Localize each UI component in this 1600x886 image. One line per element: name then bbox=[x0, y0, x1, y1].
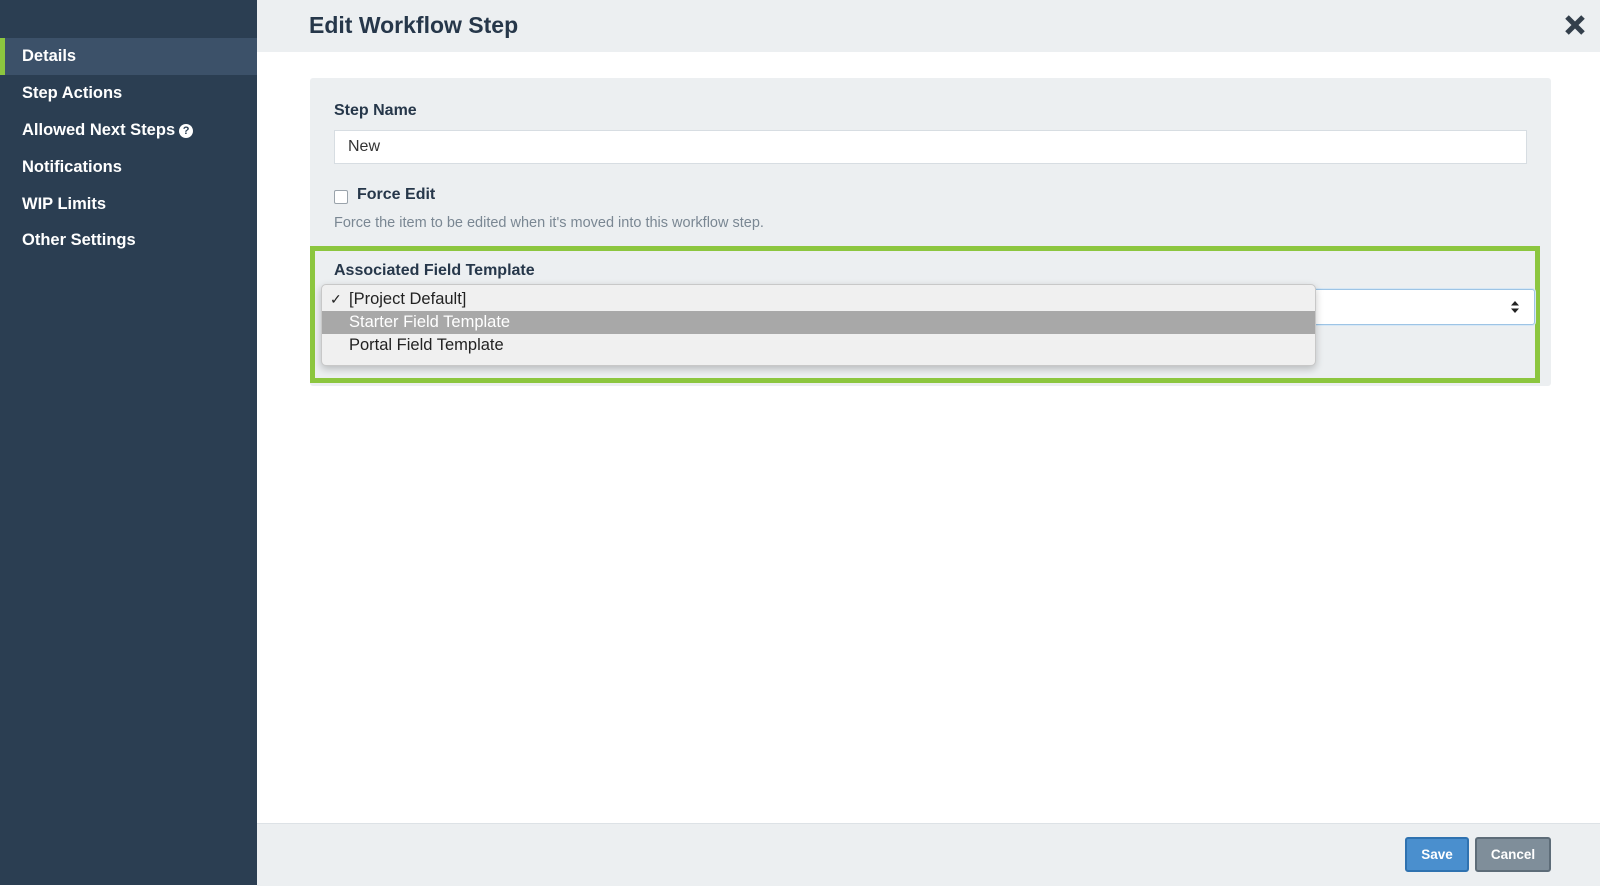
option-label: [Project Default] bbox=[349, 290, 467, 308]
close-button[interactable] bbox=[1562, 12, 1588, 38]
sidebar-item-other-settings[interactable]: Other Settings bbox=[0, 222, 257, 259]
question-circle-icon[interactable]: ? bbox=[179, 124, 194, 138]
dropdown-option-portal-field-template[interactable]: Portal Field Template bbox=[322, 334, 1315, 357]
step-name-input[interactable] bbox=[334, 130, 1527, 164]
modal-header: Edit Workflow Step bbox=[257, 0, 1600, 52]
option-label: Starter Field Template bbox=[349, 313, 511, 331]
force-edit-help-text: Force the item to be edited when it's mo… bbox=[334, 215, 764, 231]
sidebar-item-label: Allowed Next Steps bbox=[22, 121, 176, 139]
sidebar-item-label: Notifications bbox=[22, 158, 122, 176]
sidebar-item-label: Details bbox=[22, 47, 77, 65]
sidebar-item-label: Other Settings bbox=[22, 231, 136, 249]
force-edit-checkbox[interactable] bbox=[334, 190, 348, 204]
dropdown-option-project-default[interactable]: ✓ [Project Default] bbox=[322, 288, 1315, 311]
sidebar-item-label: WIP Limits bbox=[22, 195, 107, 213]
cancel-button[interactable]: Cancel bbox=[1475, 837, 1551, 872]
option-label: Portal Field Template bbox=[349, 336, 504, 354]
checkmark-icon: ✓ bbox=[330, 291, 342, 307]
save-button[interactable]: Save bbox=[1405, 837, 1469, 872]
modal-footer: Save Cancel bbox=[257, 823, 1600, 886]
sidebar-item-details[interactable]: Details bbox=[0, 38, 257, 75]
sidebar: Details Step Actions Allowed Next Steps?… bbox=[0, 0, 257, 885]
force-edit-label[interactable]: Force Edit bbox=[357, 186, 435, 204]
sidebar-item-notifications[interactable]: Notifications bbox=[0, 149, 257, 186]
page-title: Edit Workflow Step bbox=[309, 12, 519, 38]
dropdown-option-starter-field-template[interactable]: Starter Field Template bbox=[322, 311, 1315, 334]
select-arrows-icon bbox=[1511, 301, 1519, 313]
sidebar-item-wip-limits[interactable]: WIP Limits bbox=[0, 186, 257, 223]
field-template-dropdown: ✓ [Project Default] Starter Field Templa… bbox=[321, 284, 1316, 366]
sidebar-item-label: Step Actions bbox=[22, 84, 123, 102]
close-x-icon bbox=[1565, 15, 1585, 35]
sidebar-item-step-actions[interactable]: Step Actions bbox=[0, 75, 257, 112]
sidebar-item-allowed-next-steps[interactable]: Allowed Next Steps? bbox=[0, 112, 257, 149]
step-name-label: Step Name bbox=[334, 102, 417, 119]
field-template-label: Associated Field Template bbox=[334, 262, 535, 279]
